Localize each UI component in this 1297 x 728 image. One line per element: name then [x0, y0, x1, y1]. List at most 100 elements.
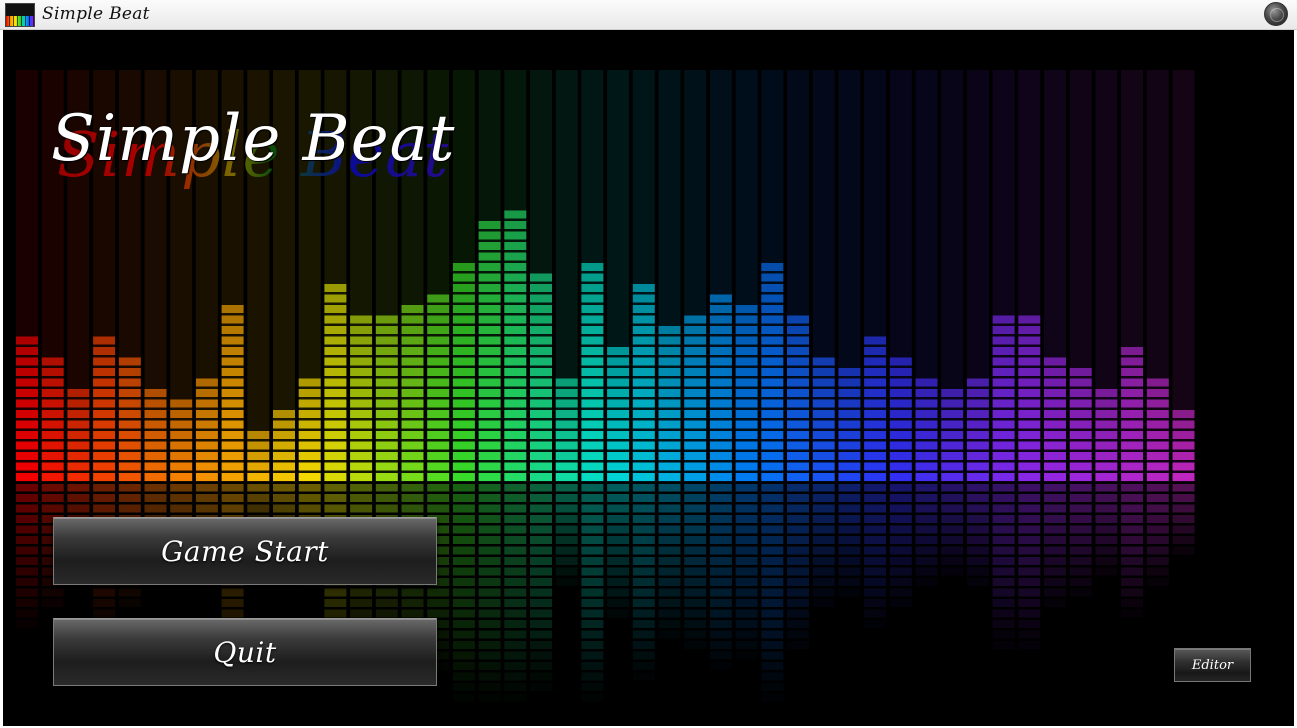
equalizer-segment [607, 399, 630, 408]
equalizer-segment [118, 431, 141, 439]
equalizer-segment [1018, 368, 1041, 376]
equalizer-glow [1018, 70, 1041, 482]
equalizer-reflection [1069, 567, 1092, 576]
title-bar: Simple Beat [0, 0, 1297, 30]
equalizer-segment [787, 378, 809, 387]
equalizer-reflection [1121, 588, 1144, 597]
equalizer-segment [1121, 473, 1144, 481]
equalizer-reflection [838, 536, 861, 544]
equalizer-segment [864, 431, 887, 439]
equalizer-segment [1069, 441, 1092, 450]
equalizer-segment [478, 431, 501, 439]
equalizer-segment [93, 452, 116, 460]
equalizer-reflection [530, 557, 552, 565]
equalizer-reflection [581, 557, 604, 565]
equalizer-segment [195, 473, 218, 481]
equalizer-segment [452, 441, 475, 450]
equalizer-reflection [16, 494, 38, 502]
equalizer-segment [1095, 431, 1118, 439]
equalizer-segment [941, 399, 964, 408]
equalizer-segment [735, 420, 758, 429]
equalizer-segment [221, 368, 244, 376]
equalizer-segment [324, 284, 347, 292]
equalizer-segment [761, 273, 784, 282]
equalizer-segment [889, 378, 912, 387]
equalizer-reflection [838, 578, 861, 586]
equalizer-segment [93, 431, 116, 439]
equalizer-segment [684, 368, 707, 376]
equalizer-reflection [659, 631, 681, 639]
equalizer-segment [16, 410, 38, 418]
equalizer-reflection [93, 504, 116, 513]
equalizer-reflection [812, 504, 835, 513]
equalizer-reflection [221, 504, 244, 513]
equalizer-segment [93, 410, 116, 418]
window-title: Simple Beat [42, 4, 150, 24]
equalizer-segment [761, 357, 784, 366]
equalizer-segment [761, 473, 784, 481]
equalizer-segment [684, 452, 707, 460]
equalizer-segment [170, 473, 193, 481]
equalizer-segment [16, 378, 38, 387]
equalizer-segment [1095, 420, 1118, 429]
equalizer-segment [118, 357, 141, 366]
equalizer-reflection [1095, 504, 1118, 513]
equalizer-reflection [864, 494, 887, 502]
equalizer-reflection [350, 599, 373, 607]
equalizer-segment [427, 326, 450, 334]
equalizer-reflection [452, 641, 475, 649]
equalizer-reflection [735, 483, 758, 492]
equalizer-segment [992, 357, 1015, 366]
equalizer-segment [992, 441, 1015, 450]
equalizer-segment [1121, 378, 1144, 387]
equalizer-reflection [375, 609, 398, 618]
equalizer-segment [504, 441, 527, 450]
equalizer-reflection [992, 588, 1015, 597]
game-start-button[interactable]: Game Start [53, 517, 437, 585]
equalizer-segment [1146, 441, 1169, 450]
equalizer-segment [427, 389, 450, 397]
equalizer-segment [581, 273, 604, 282]
equalizer-segment [452, 431, 475, 439]
equalizer-segment [966, 452, 989, 460]
equalizer-reflection [966, 557, 989, 565]
equalizer-segment [735, 357, 758, 366]
equalizer-reflection [761, 494, 784, 502]
equalizer-segment [864, 420, 887, 429]
equalizer-segment [1069, 462, 1092, 471]
equalizer-reflection [812, 578, 835, 586]
equalizer-segment [1018, 441, 1041, 450]
equalizer-segment [992, 378, 1015, 387]
equalizer-segment [581, 347, 604, 355]
equalizer-segment [324, 347, 347, 355]
equalizer-reflection [684, 567, 707, 576]
equalizer-segment [16, 399, 38, 408]
quit-label: Quit [213, 635, 277, 669]
equalizer-segment [658, 368, 681, 376]
equalizer-segment [1095, 399, 1118, 408]
equalizer-segment [941, 389, 964, 397]
equalizer-segment [889, 389, 912, 397]
equalizer-reflection [581, 525, 604, 534]
equalizer-reflection [658, 609, 681, 618]
equalizer-reflection [478, 494, 501, 502]
equalizer-segment [709, 347, 732, 355]
orb-control-icon[interactable] [1264, 2, 1288, 26]
equalizer-reflection [915, 578, 938, 586]
equalizer-reflection [709, 557, 732, 565]
equalizer-segment [298, 420, 321, 429]
equalizer-segment [735, 315, 758, 324]
equalizer-segment [170, 431, 193, 439]
equalizer-reflection [684, 504, 707, 513]
equalizer-segment [838, 378, 861, 387]
logo-text: Simple Beat [51, 102, 456, 176]
quit-button[interactable]: Quit [53, 618, 437, 686]
equalizer-reflection [375, 483, 398, 492]
equalizer-reflection [452, 525, 475, 534]
editor-button[interactable]: Editor [1174, 648, 1251, 682]
equalizer-segment [864, 336, 887, 345]
equalizer-segment [607, 473, 630, 481]
equalizer-segment [247, 431, 270, 439]
equalizer-reflection [709, 578, 732, 586]
equalizer-segment [375, 347, 398, 355]
